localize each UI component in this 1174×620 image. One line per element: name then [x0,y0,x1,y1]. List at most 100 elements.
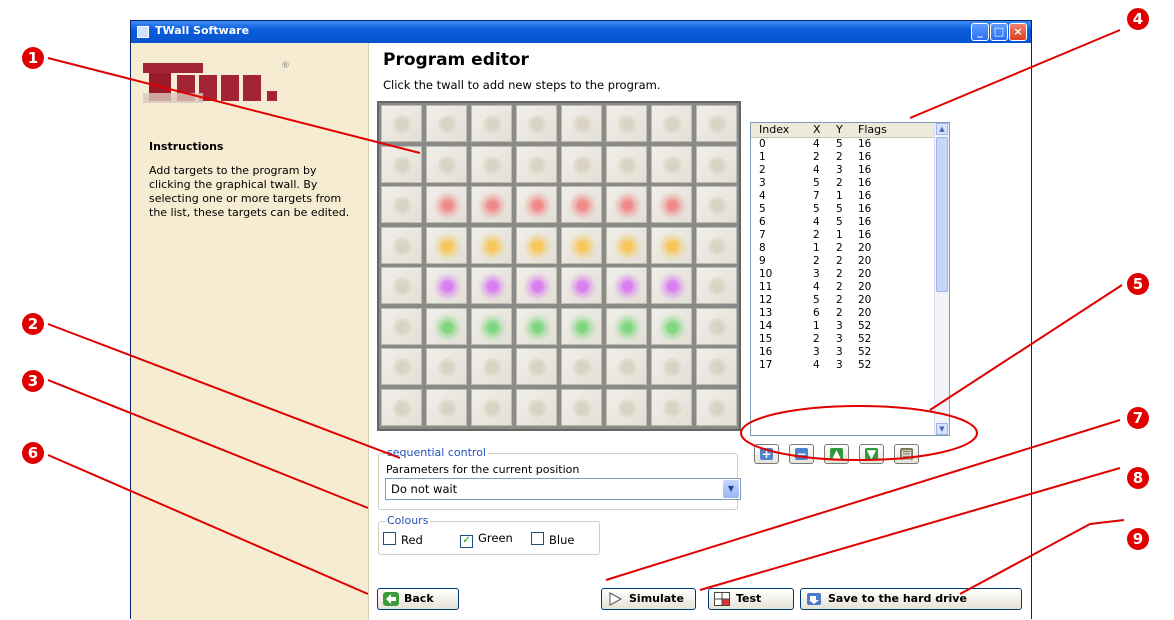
column-header-y[interactable]: Y [836,123,843,137]
twall-grid[interactable] [377,101,741,431]
twall-cell[interactable] [381,186,422,223]
twall-cell[interactable] [651,105,692,142]
scroll-up-icon[interactable]: ▲ [936,123,948,135]
twall-cell[interactable] [516,145,557,183]
table-row[interactable]: 0 4 5 16 [751,138,935,151]
table-row[interactable]: 11 4 2 20 [751,281,935,294]
twall-cell[interactable] [471,307,512,345]
twall-cell[interactable] [381,105,422,142]
twall-cell[interactable] [561,388,602,426]
twall-cell[interactable] [561,267,602,304]
twall-cell[interactable] [516,348,557,385]
twall-cell[interactable] [381,388,422,426]
save-to-drive-button[interactable]: Save to the hard drive [800,588,1022,610]
twall-cell[interactable] [651,267,692,304]
twall-cell[interactable] [696,267,737,304]
twall-cell[interactable] [696,145,737,183]
twall-cell[interactable] [561,226,602,264]
table-row[interactable]: 8 1 2 20 [751,242,935,255]
move-up-button[interactable]: ▲ [824,444,849,464]
table-row[interactable]: 14 1 3 52 [751,320,935,333]
twall-cell[interactable] [606,307,647,345]
twall-cell[interactable] [381,307,422,345]
twall-cell[interactable] [606,145,647,183]
column-header-x[interactable]: X [813,123,821,137]
twall-cell[interactable] [426,145,467,183]
twall-cell[interactable] [606,226,647,264]
table-row[interactable]: 16 3 3 52 [751,346,935,359]
table-row[interactable]: 6 4 5 16 [751,216,935,229]
checkbox-red-box[interactable] [383,532,396,545]
twall-cell[interactable] [516,307,557,345]
checkbox-red[interactable]: Red [383,532,423,547]
twall-cell[interactable] [696,105,737,142]
twall-cell[interactable] [651,145,692,183]
twall-cell[interactable] [426,307,467,345]
twall-cell[interactable] [696,348,737,385]
twall-cell[interactable] [561,105,602,142]
table-row[interactable]: 2 4 3 16 [751,164,935,177]
table-row[interactable]: 17 4 3 52 [751,359,935,372]
checkbox-green[interactable]: ✓ Green [460,532,513,548]
checkbox-blue-box[interactable] [531,532,544,545]
column-header-flags[interactable]: Flags [858,123,887,137]
twall-cell[interactable] [651,307,692,345]
twall-cell[interactable] [471,267,512,304]
twall-cell[interactable] [606,267,647,304]
twall-cell[interactable] [696,226,737,264]
twall-cell[interactable] [471,348,512,385]
twall-cell[interactable] [426,105,467,142]
add-target-button[interactable]: + [754,444,779,464]
twall-cell[interactable] [696,186,737,223]
scroll-thumb[interactable] [936,137,948,292]
twall-cell[interactable] [606,348,647,385]
checkbox-green-box[interactable]: ✓ [460,535,473,548]
maximize-button[interactable]: □ [990,23,1008,41]
twall-cell[interactable] [381,226,422,264]
title-bar[interactable]: TWall Software _ □ × [131,21,1031,43]
twall-cell[interactable] [516,105,557,142]
delete-all-button[interactable]: ▤ [894,444,919,464]
table-row[interactable]: 1 2 2 16 [751,151,935,164]
back-button[interactable]: Back [377,588,459,610]
twall-cell[interactable] [651,186,692,223]
twall-cell[interactable] [426,388,467,426]
simulate-button[interactable]: Simulate [601,588,696,610]
table-row[interactable]: 4 7 1 16 [751,190,935,203]
table-row[interactable]: 13 6 2 20 [751,307,935,320]
move-down-button[interactable]: ▼ [859,444,884,464]
table-row[interactable]: 9 2 2 20 [751,255,935,268]
twall-cell[interactable] [381,348,422,385]
twall-cell[interactable] [516,226,557,264]
twall-cell[interactable] [561,307,602,345]
column-header-index[interactable]: Index [759,123,789,137]
twall-cell[interactable] [561,348,602,385]
close-button[interactable]: × [1009,23,1027,41]
chevron-down-icon[interactable]: ▼ [723,480,739,498]
twall-cell[interactable] [651,348,692,385]
twall-cell[interactable] [516,388,557,426]
table-row[interactable]: 3 5 2 16 [751,177,935,190]
twall-cell[interactable] [426,186,467,223]
minimize-button[interactable]: _ [971,23,989,41]
table-row[interactable]: 7 2 1 16 [751,229,935,242]
twall-cell[interactable] [471,145,512,183]
table-row[interactable]: 15 2 3 52 [751,333,935,346]
twall-cell[interactable] [426,267,467,304]
twall-cell[interactable] [651,226,692,264]
twall-cell[interactable] [381,145,422,183]
twall-cell[interactable] [381,267,422,304]
table-scrollbar[interactable]: ▲ ▼ [934,123,949,435]
twall-cell[interactable] [606,388,647,426]
table-row[interactable]: 12 5 2 20 [751,294,935,307]
twall-cell[interactable] [516,186,557,223]
twall-cell[interactable] [471,105,512,142]
twall-cell[interactable] [696,307,737,345]
twall-cell[interactable] [561,145,602,183]
twall-cell[interactable] [426,348,467,385]
twall-cell[interactable] [606,186,647,223]
scroll-down-icon[interactable]: ▼ [936,423,948,435]
checkbox-blue[interactable]: Blue [531,532,574,547]
twall-cell[interactable] [471,226,512,264]
wait-mode-select[interactable]: Do not wait ▼ [385,478,741,500]
